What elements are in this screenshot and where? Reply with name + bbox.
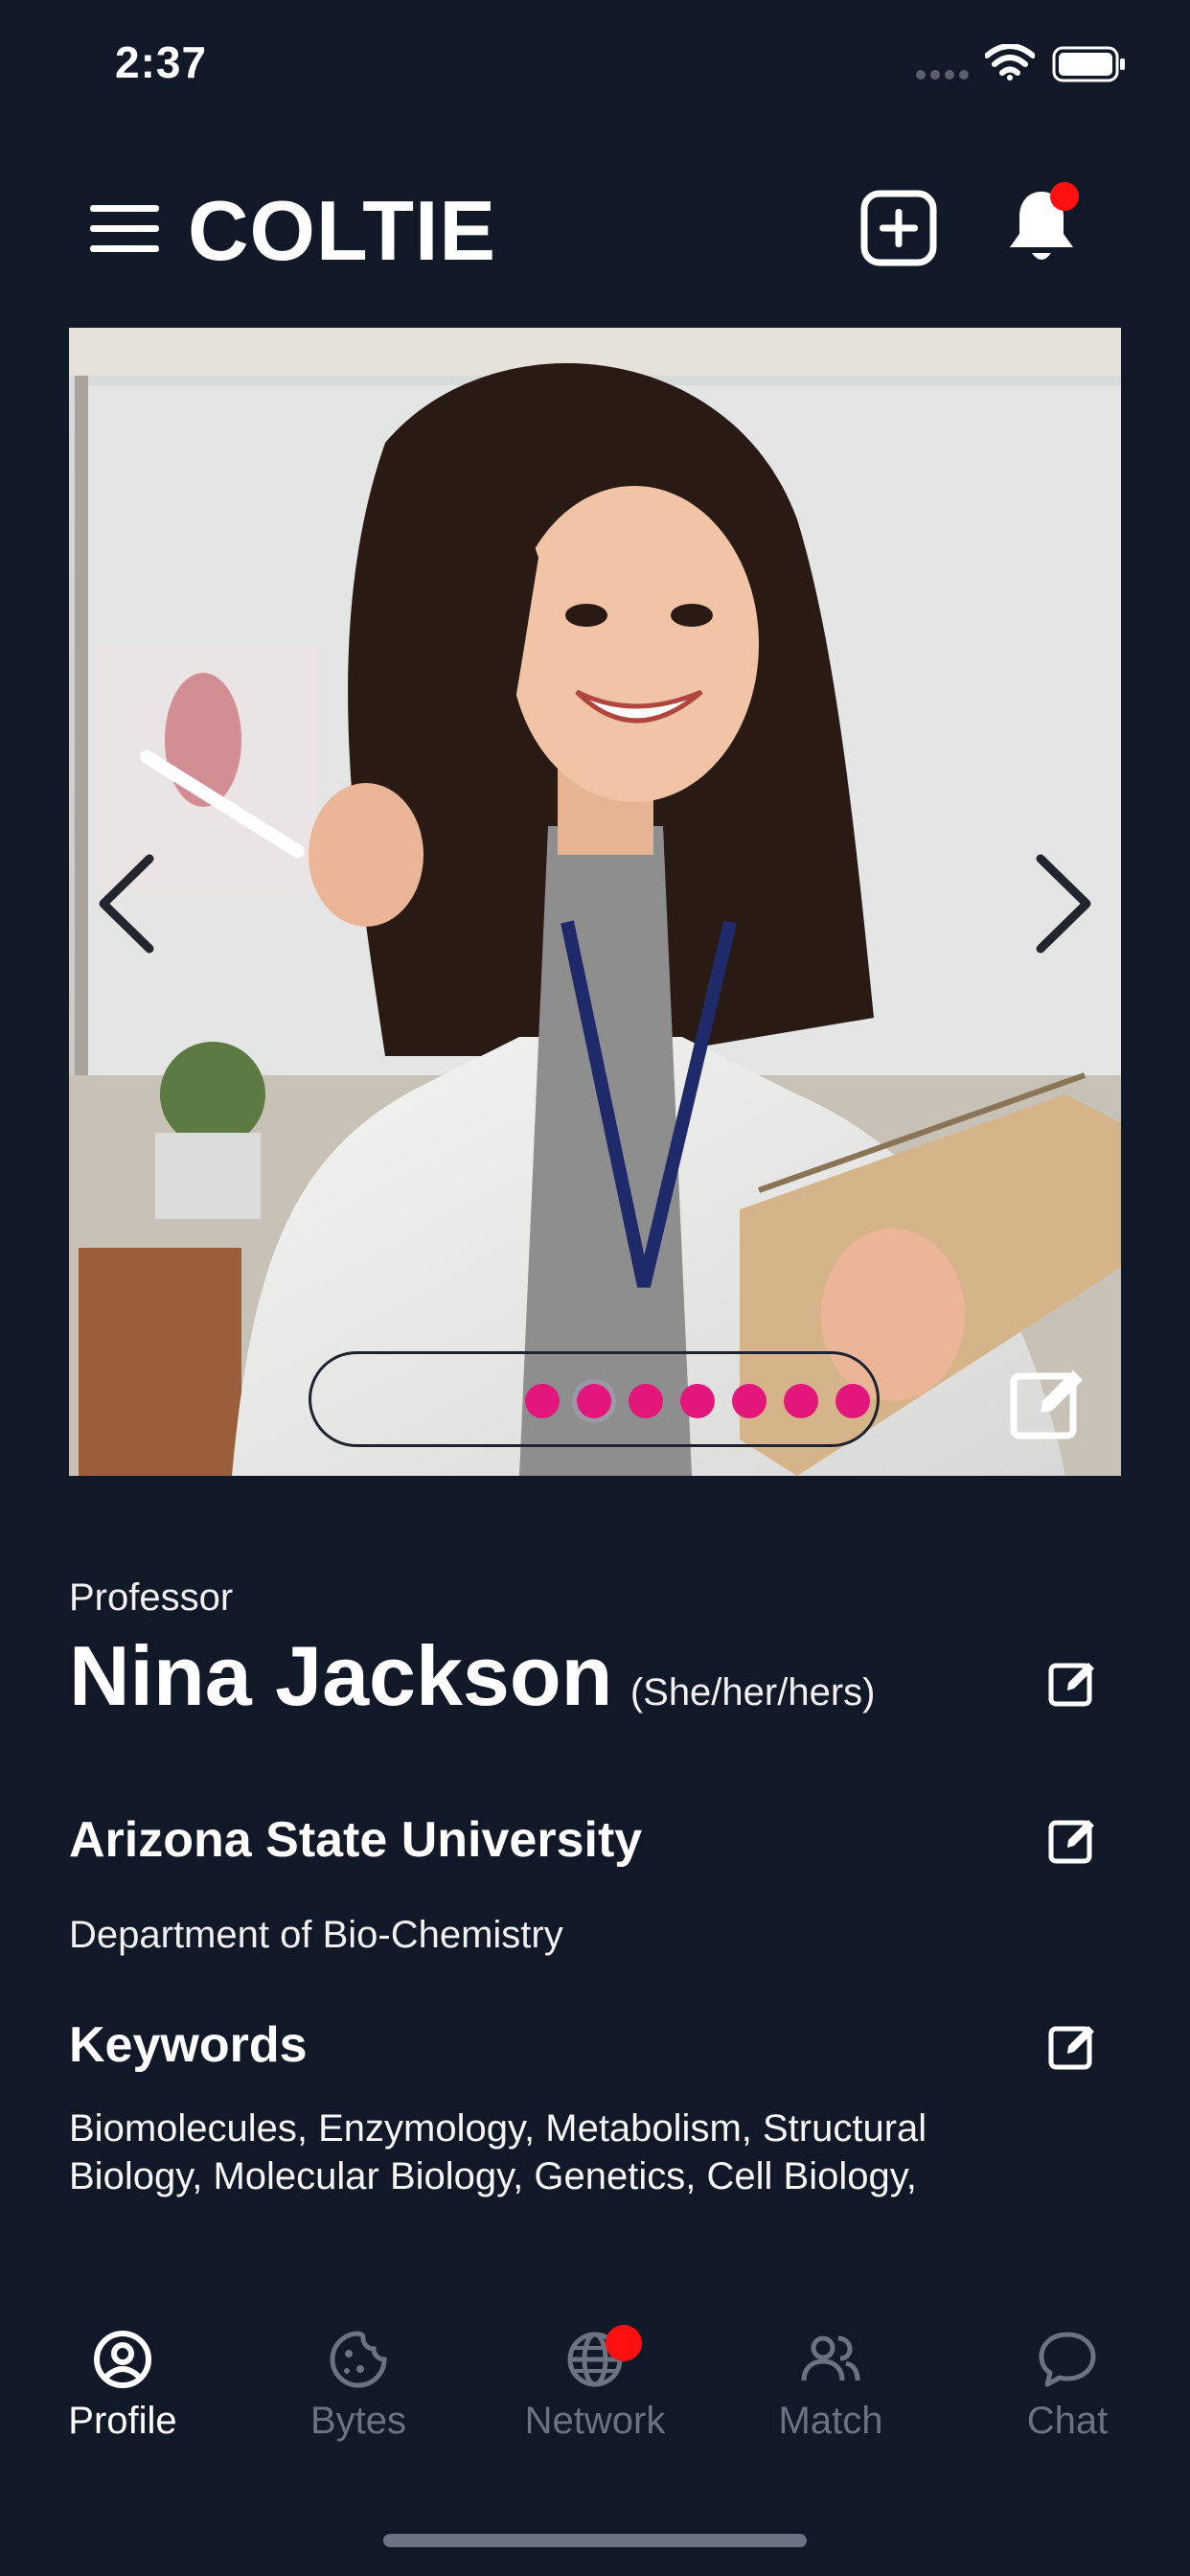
nav-network[interactable]: Network (476, 2319, 714, 2463)
name-row: Nina Jackson (She/her/hers) (69, 1627, 875, 1725)
wifi-icon (985, 44, 1035, 80)
status-time: 2:37 (115, 37, 208, 87)
carousel-dot[interactable] (784, 1384, 818, 1418)
bottom-nav: Profile Bytes Network Match Chat (0, 2319, 1190, 2463)
carousel-dot[interactable] (835, 1384, 870, 1418)
profile-university: Arizona State University (69, 1812, 643, 1868)
profile-photo (69, 328, 1121, 1476)
menu-icon[interactable] (90, 203, 159, 255)
signal-icon (916, 70, 969, 80)
edit-university-icon[interactable] (1048, 1815, 1098, 1865)
nav-bytes[interactable]: Bytes (240, 2319, 477, 2463)
nav-label: Bytes (309, 2400, 407, 2442)
chat-icon (1039, 2332, 1096, 2387)
status-bar: 2:37 (0, 0, 1190, 134)
next-photo-icon[interactable] (1035, 853, 1094, 954)
network-notification-dot (606, 2325, 642, 2361)
edit-name-icon[interactable] (1048, 1658, 1098, 1708)
edit-photo-icon[interactable] (1008, 1363, 1088, 1443)
app-header: COLTIE (0, 163, 1190, 297)
carousel-dot[interactable] (680, 1384, 715, 1418)
carousel-dot[interactable] (732, 1384, 767, 1418)
carousel-dot[interactable] (525, 1384, 560, 1418)
edit-keywords-icon[interactable] (1048, 2021, 1098, 2071)
nav-match[interactable]: Match (712, 2319, 950, 2463)
previous-photo-icon[interactable] (96, 853, 155, 954)
photo-carousel[interactable] (69, 328, 1121, 1476)
profile-role: Professor (69, 1576, 234, 1619)
nav-label: Network (524, 2400, 666, 2442)
profile-department: Department of Bio-Chemistry (69, 1914, 563, 1956)
nav-label: Chat (1026, 2400, 1109, 2442)
carousel-dot-active[interactable] (577, 1384, 611, 1418)
notification-dot (1050, 182, 1079, 211)
nav-profile[interactable]: Profile (4, 2319, 241, 2463)
keywords-heading: Keywords (69, 2017, 308, 2073)
carousel-dot[interactable] (629, 1384, 663, 1418)
nav-chat[interactable]: Chat (949, 2319, 1186, 2463)
add-square-icon[interactable] (860, 190, 937, 266)
profile-icon (94, 2331, 151, 2388)
keywords-list: Biomolecules, Enzymology, Metabolism, St… (69, 2107, 927, 2197)
home-indicator (383, 2534, 807, 2547)
cookie-icon (330, 2331, 387, 2388)
profile-pronouns: (She/her/hers) (629, 1671, 876, 1714)
profile-screen: 2:37 COLTIE Professor Nina Jackson (She/… (0, 0, 1190, 2576)
nav-label: Profile (68, 2400, 177, 2442)
profile-name: Nina Jackson (69, 1628, 613, 1723)
app-title: COLTIE (188, 183, 497, 278)
battery-icon (1052, 46, 1125, 82)
users-icon (801, 2335, 860, 2381)
nav-label: Match (778, 2400, 883, 2442)
